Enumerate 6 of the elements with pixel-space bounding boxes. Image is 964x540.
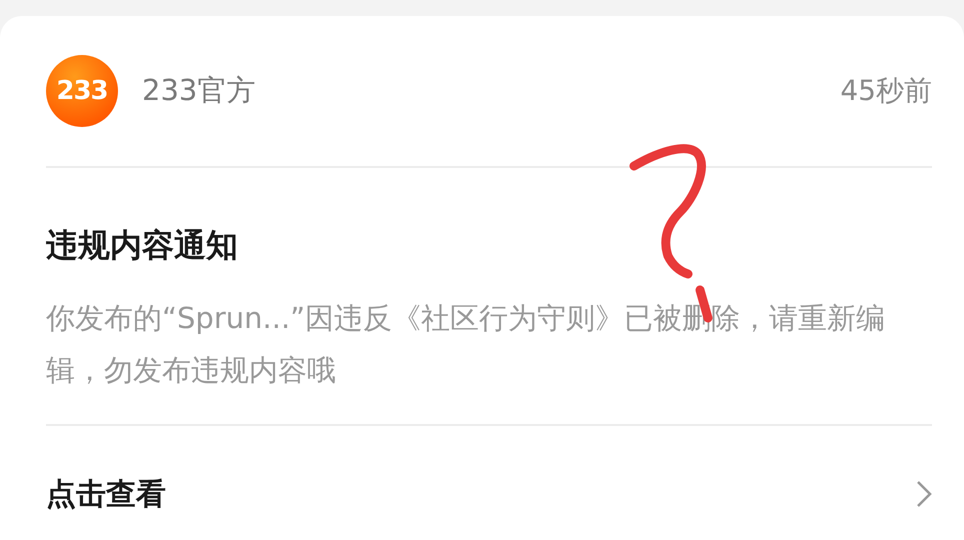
sender-name: 233官方: [142, 72, 256, 109]
timestamp: 45秒前: [840, 73, 932, 109]
view-details-row[interactable]: 点击查看: [46, 426, 932, 540]
notice-title: 违规内容通知: [46, 225, 239, 266]
chevron-right-icon: [916, 480, 932, 508]
app-logo: 233: [46, 55, 118, 127]
